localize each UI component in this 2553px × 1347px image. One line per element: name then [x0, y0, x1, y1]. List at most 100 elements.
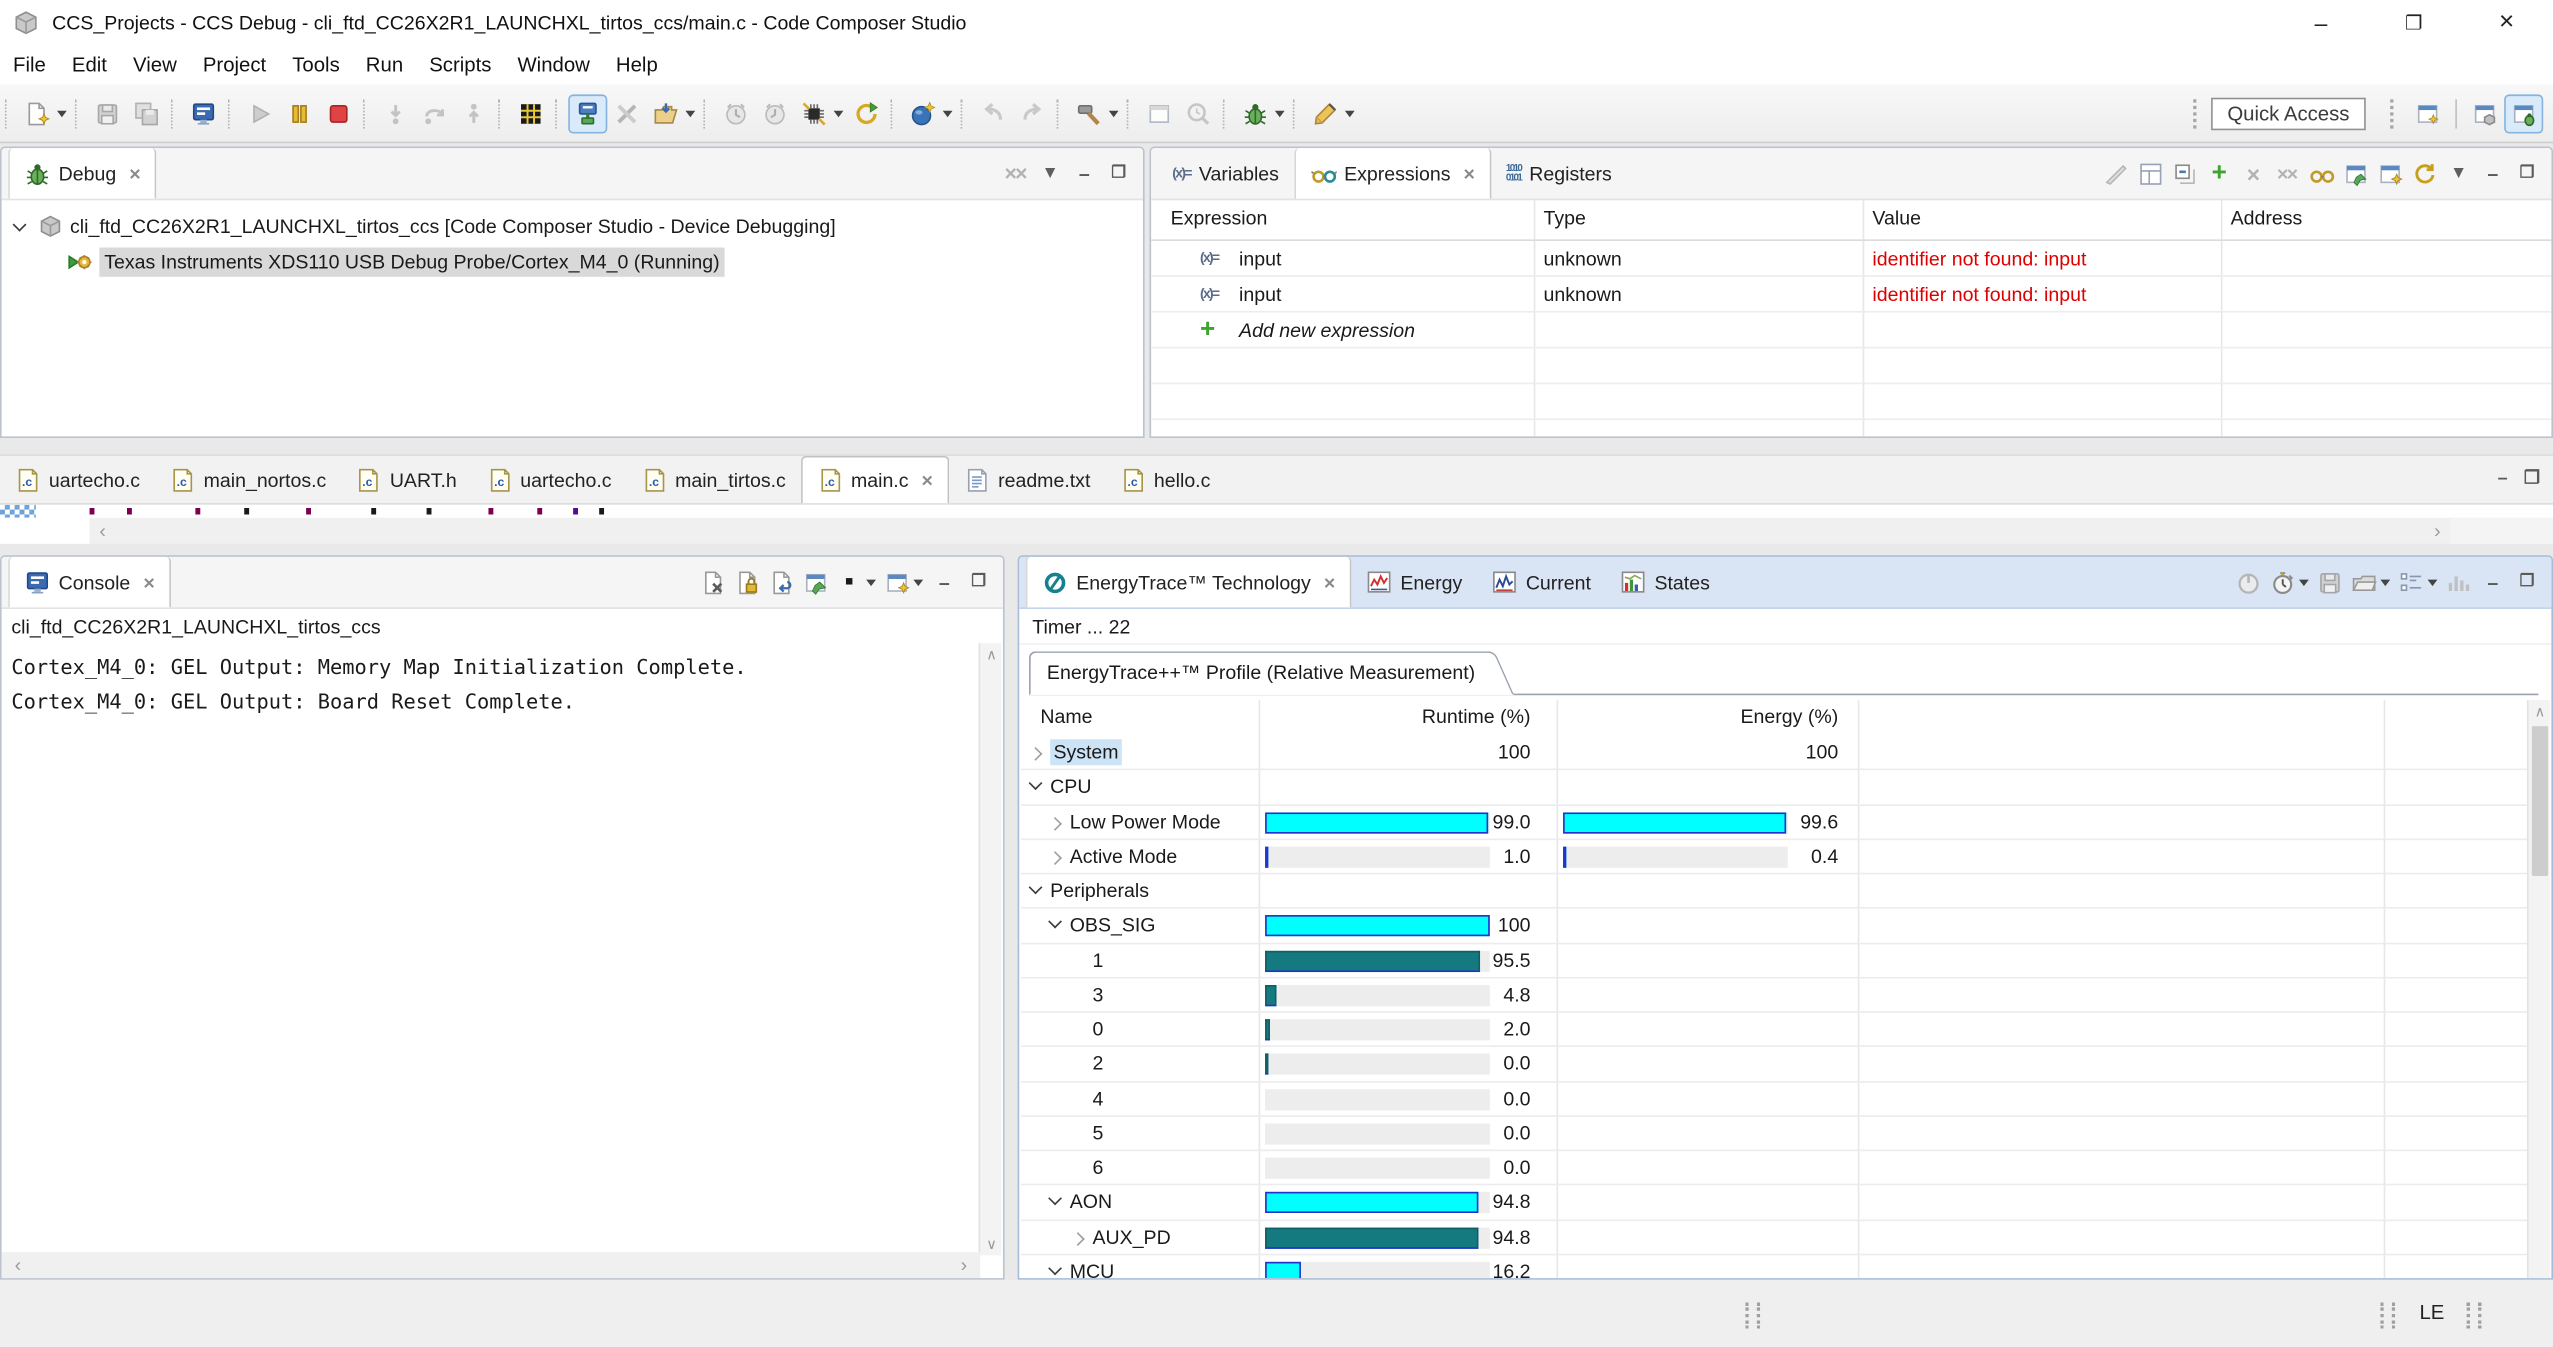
tab-states[interactable]: States: [1606, 557, 1725, 607]
new-view-button[interactable]: [2372, 156, 2406, 190]
profile-row-3[interactable]: 34.8: [1021, 978, 2532, 1013]
maximize-button[interactable]: ❐: [1101, 156, 1135, 190]
back-button[interactable]: [974, 94, 1013, 133]
maximize-window-button[interactable]: ❐: [2367, 0, 2460, 46]
tab-debug[interactable]: Debug ×: [8, 148, 157, 198]
menu-scripts[interactable]: Scripts: [416, 49, 504, 82]
step-into-button[interactable]: [376, 94, 415, 133]
column-header-address[interactable]: Address: [2231, 207, 2303, 230]
scroll-up-icon[interactable]: ∧: [2529, 700, 2552, 723]
close-tab-icon[interactable]: ×: [1324, 571, 1335, 594]
build-hammer-button[interactable]: [1070, 94, 1109, 133]
profile-row-6[interactable]: 60.0: [1021, 1151, 2532, 1186]
console-display-button[interactable]: [184, 94, 223, 133]
resume-button[interactable]: [241, 94, 280, 133]
profile-row-obs-sig[interactable]: OBS_SIG100: [1021, 909, 2532, 944]
close-window-button[interactable]: ×: [2460, 0, 2553, 46]
statistics-button[interactable]: [2441, 565, 2475, 599]
maximize-button[interactable]: ❐: [2509, 156, 2543, 190]
new-window-button[interactable]: [1140, 94, 1179, 133]
editor-minimize-button[interactable]: –: [2498, 471, 2508, 489]
ccs-debug-perspective-button[interactable]: [2504, 94, 2543, 133]
open-perspective-button[interactable]: [2408, 94, 2447, 133]
status-grip[interactable]: [2467, 1303, 2482, 1329]
chevron-right-icon[interactable]: [1071, 1231, 1085, 1245]
editor-tab-hello.c[interactable]: .chello.c: [1105, 456, 1225, 503]
tab-console[interactable]: Console ×: [8, 557, 171, 607]
profile-row-4[interactable]: 40.0: [1021, 1082, 2532, 1117]
minimize-button[interactable]: –: [926, 565, 960, 599]
menu-run[interactable]: Run: [353, 49, 416, 82]
open-console-button[interactable]: [879, 565, 913, 599]
dropdown-caret-icon[interactable]: [57, 110, 67, 117]
profile-row-aon[interactable]: AON94.8: [1021, 1186, 2532, 1221]
disconnect-target-button[interactable]: [607, 94, 646, 133]
profile-row-2[interactable]: 20.0: [1021, 1047, 2532, 1082]
console-output[interactable]: Cortex_M4_0: GEL Output: Memory Map Init…: [11, 650, 970, 718]
restart-button[interactable]: [847, 94, 886, 133]
menu-edit[interactable]: Edit: [59, 49, 120, 82]
watch-expression-button[interactable]: [2304, 156, 2338, 190]
run-launch-button[interactable]: [904, 94, 943, 133]
console-horizontal-scrollbar[interactable]: ‹ ›: [2, 1252, 981, 1278]
remove-all-expressions-button[interactable]: ××: [2270, 156, 2304, 190]
editor-tab-uartecho.c[interactable]: .cuartecho.c: [0, 456, 155, 503]
close-tab-icon[interactable]: ×: [922, 469, 933, 492]
scrollbar-thumb[interactable]: [2532, 726, 2548, 876]
profile-row-peripherals[interactable]: Peripherals: [1021, 874, 2532, 909]
close-tab-icon[interactable]: ×: [1464, 162, 1475, 185]
save-button[interactable]: [2312, 565, 2346, 599]
editor-horizontal-scrollbar[interactable]: ‹ ›: [0, 518, 2553, 544]
scroll-down-icon[interactable]: ∨: [980, 1233, 1003, 1256]
scroll-left-icon[interactable]: ‹: [90, 518, 116, 544]
dropdown-caret-icon[interactable]: [834, 110, 844, 117]
profile-row-active-mode[interactable]: Active Mode1.00.4: [1021, 840, 2532, 875]
profile-row-aux-pd[interactable]: AUX_PD94.8: [1021, 1220, 2532, 1255]
dropdown-caret-icon[interactable]: [685, 110, 695, 117]
scroll-left-icon[interactable]: ‹: [5, 1252, 31, 1278]
dropdown-caret-icon[interactable]: [1275, 110, 1285, 117]
dropdown-caret-icon[interactable]: [866, 579, 876, 586]
add-expression-row[interactable]: +Add new expression: [1151, 313, 2551, 349]
chevron-down-icon[interactable]: [1048, 1192, 1062, 1206]
editor-tab-main_tirtos.c[interactable]: .cmain_tirtos.c: [626, 456, 800, 503]
menu-view[interactable]: View: [120, 49, 190, 82]
chevron-right-icon[interactable]: [1048, 851, 1062, 865]
open-trace-button[interactable]: [2346, 565, 2380, 599]
history-search-button[interactable]: [1179, 94, 1218, 133]
scroll-right-icon[interactable]: ›: [951, 1252, 977, 1278]
maximize-button[interactable]: ❐: [961, 565, 995, 599]
remove-expression-button[interactable]: ×: [2236, 156, 2270, 190]
menu-tools[interactable]: Tools: [279, 49, 353, 82]
pin-console-button[interactable]: [798, 565, 832, 599]
view-menu-button[interactable]: ▾: [2441, 156, 2475, 190]
profile-row-mcu[interactable]: MCU16.2: [1021, 1255, 2532, 1278]
menu-help[interactable]: Help: [603, 49, 671, 82]
profile-row-5[interactable]: 50.0: [1021, 1117, 2532, 1152]
chevron-right-icon[interactable]: [1048, 816, 1062, 830]
column-header-type[interactable]: Type: [1544, 207, 1586, 230]
profile-row-cpu[interactable]: CPU: [1021, 771, 2532, 806]
tab-expressions[interactable]: Expressions×: [1294, 148, 1492, 198]
profile-row-low-power-mode[interactable]: Low Power Mode99.099.6: [1021, 805, 2532, 840]
scroll-right-icon[interactable]: ›: [2424, 518, 2450, 544]
profile-row-0[interactable]: 02.0: [1021, 1013, 2532, 1048]
device-chip-button[interactable]: [795, 94, 834, 133]
dropdown-caret-icon[interactable]: [2299, 579, 2309, 586]
status-grip[interactable]: [1745, 1303, 1760, 1329]
column-header-runtime[interactable]: Runtime (%): [1259, 705, 1531, 728]
editor-tab-uartecho.c[interactable]: .cuartecho.c: [471, 456, 626, 503]
minimize-button[interactable]: –: [2475, 565, 2509, 599]
toolbar-grip[interactable]: [2193, 99, 2203, 128]
tree-mode-button[interactable]: [2133, 156, 2167, 190]
column-header-energy[interactable]: Energy (%): [1563, 705, 1838, 728]
scroll-lock-button[interactable]: [729, 565, 763, 599]
energytrace-vertical-scrollbar[interactable]: ∧: [2527, 700, 2550, 1278]
toolbar-grip[interactable]: [2390, 99, 2400, 128]
dropdown-caret-icon[interactable]: [2380, 579, 2390, 586]
stop-button[interactable]: [319, 94, 358, 133]
dropdown-caret-icon[interactable]: [913, 579, 923, 586]
editor-tab-UART.h[interactable]: .cUART.h: [341, 456, 471, 503]
chevron-down-icon[interactable]: [1029, 880, 1043, 894]
flash-load-button[interactable]: [646, 94, 685, 133]
